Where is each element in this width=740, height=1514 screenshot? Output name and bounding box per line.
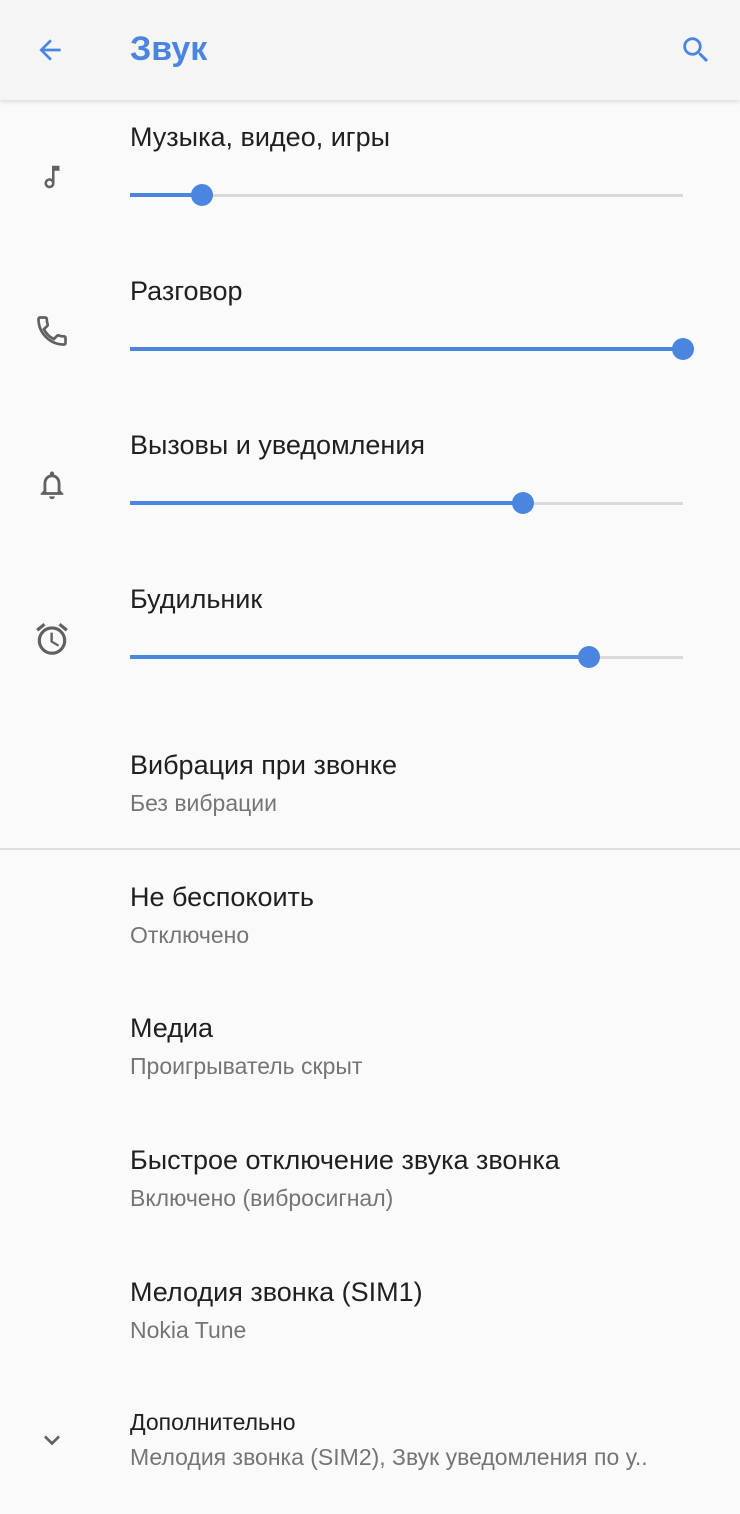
slider-fill — [130, 501, 523, 505]
back-button[interactable] — [28, 28, 72, 72]
volume-slider-alarm[interactable] — [130, 646, 683, 670]
setting-media[interactable]: Медиа Проигрыватель скрыт — [0, 991, 740, 1121]
section-divider — [0, 848, 740, 850]
setting-summary: Проигрыватель скрыт — [130, 1053, 363, 1079]
setting-summary: Включено (вибросигнал) — [130, 1185, 394, 1211]
setting-vibration[interactable]: Вибрация при звонке Без вибрации — [0, 728, 740, 858]
setting-title: Не беспокоить — [130, 882, 314, 912]
alarm-clock-icon — [30, 617, 74, 661]
volume-row-call: Разговор — [0, 264, 740, 418]
setting-quick-mute[interactable]: Быстрое отключение звука звонка Включено… — [0, 1123, 740, 1253]
setting-summary: Отключено — [130, 922, 250, 948]
volume-label-ring: Вызовы и уведомления — [130, 430, 426, 460]
setting-title: Медиа — [130, 1013, 214, 1043]
search-icon — [683, 37, 709, 63]
setting-title: Вибрация при звонке — [130, 750, 397, 780]
slider-fill — [130, 655, 589, 659]
bell-icon — [30, 463, 74, 507]
volume-row-media: Музыка, видео, игры — [0, 110, 740, 264]
phone-icon — [30, 309, 74, 353]
volume-row-alarm: Будильник — [0, 572, 740, 726]
setting-summary: Без вибрации — [130, 790, 278, 816]
slider-thumb[interactable] — [578, 646, 600, 668]
volume-label-call: Разговор — [130, 276, 243, 306]
search-button[interactable] — [674, 28, 718, 72]
arrow-back-icon — [39, 39, 61, 61]
setting-title: Быстрое отключение звука звонка — [130, 1145, 560, 1175]
setting-title: Мелодия звонка (SIM1) — [130, 1277, 423, 1307]
slider-fill — [130, 347, 683, 351]
music-note-icon — [30, 155, 74, 199]
volume-row-ring: Вызовы и уведомления — [0, 418, 740, 572]
volume-slider-ring[interactable] — [130, 492, 683, 516]
setting-ringtone-sim1[interactable]: Мелодия звонка (SIM1) Nokia Tune — [0, 1255, 740, 1385]
app-bar: Звук — [0, 0, 740, 100]
setting-summary: Мелодия звонка (SIM2), Звук уведомления … — [130, 1444, 648, 1470]
slider-thumb[interactable] — [191, 184, 213, 206]
setting-do-not-disturb[interactable]: Не беспокоить Отключено — [0, 860, 740, 990]
volume-label-media: Музыка, видео, игры — [130, 122, 391, 152]
setting-title: Дополнительно — [130, 1409, 296, 1435]
slider-thumb[interactable] — [512, 492, 534, 514]
setting-advanced[interactable]: Дополнительно Мелодия звонка (SIM2), Зву… — [0, 1384, 740, 1514]
slider-thumb[interactable] — [672, 338, 694, 360]
chevron-down-icon[interactable] — [30, 1418, 74, 1462]
volume-slider-call[interactable] — [130, 338, 694, 362]
volume-label-alarm: Будильник — [130, 584, 263, 614]
setting-summary: Nokia Tune — [130, 1317, 247, 1343]
volume-slider-media[interactable] — [130, 184, 683, 208]
page-title: Звук — [130, 30, 208, 68]
